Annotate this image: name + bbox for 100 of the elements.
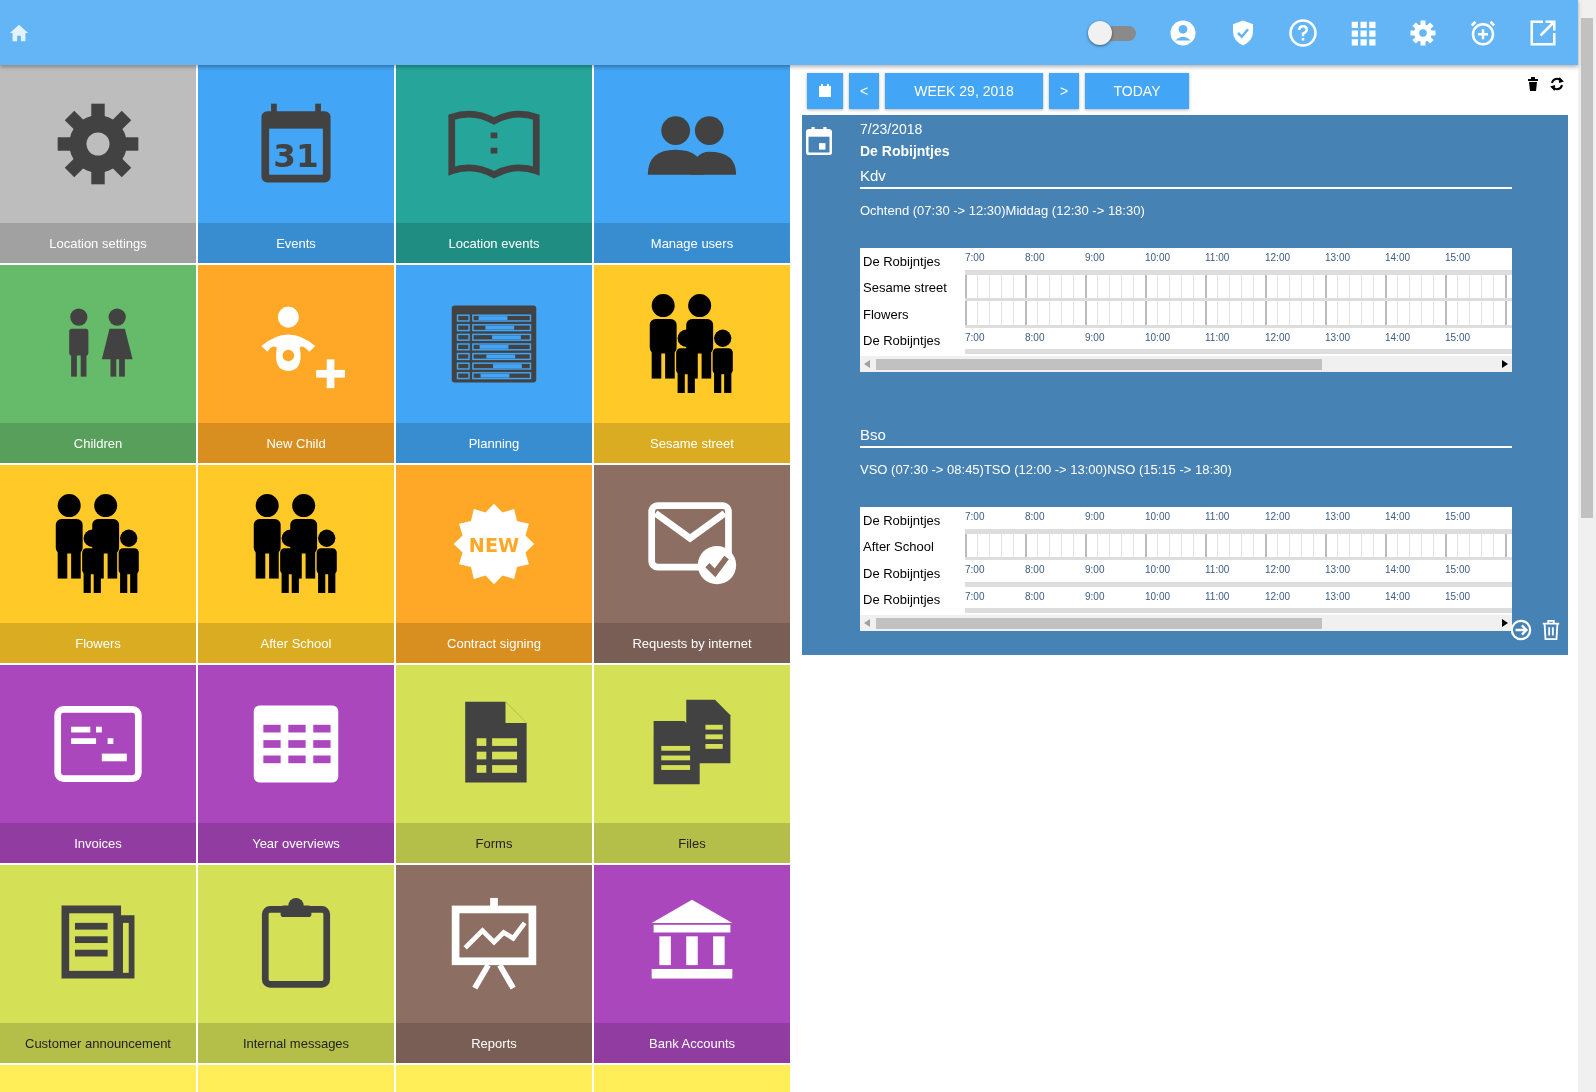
date-text: 7/23/2018 bbox=[860, 121, 924, 137]
hour-label: 11:00 bbox=[1205, 251, 1231, 265]
hour-label: 8:00 bbox=[1025, 510, 1046, 524]
tile-label: Sesame street bbox=[594, 423, 790, 463]
hour-label: 13:00 bbox=[1325, 589, 1352, 604]
help-icon[interactable] bbox=[1289, 18, 1317, 47]
row-label: De Robijntjes bbox=[862, 564, 942, 583]
hour-label: 10:00 bbox=[1145, 589, 1172, 604]
app-tile[interactable]: Manage users bbox=[594, 65, 790, 263]
tile-label: Year overviews bbox=[198, 823, 394, 863]
hour-label: 11:00 bbox=[1205, 563, 1231, 577]
hour-label: 9:00 bbox=[1085, 330, 1106, 345]
hour-label: 13:00 bbox=[1325, 563, 1352, 577]
form-icon bbox=[465, 701, 527, 783]
app-tile[interactable]: NEW Contract signing bbox=[396, 465, 592, 663]
scroll-left-icon[interactable] bbox=[864, 619, 870, 627]
tile-label: Contract signing bbox=[396, 623, 592, 663]
app-tile[interactable]: Location settings bbox=[0, 65, 196, 263]
scroll-left-icon[interactable] bbox=[864, 360, 870, 368]
hour-label: 14:00 bbox=[1385, 330, 1412, 345]
calendar-icon bbox=[819, 84, 831, 97]
app-tile[interactable]: Reports bbox=[396, 865, 592, 1063]
hour-label: 12:00 bbox=[1265, 510, 1292, 524]
tile-label: Customer announcement bbox=[0, 1023, 196, 1063]
alarm-plus-icon[interactable] bbox=[1470, 20, 1496, 45]
app-tile[interactable]: Children bbox=[0, 265, 196, 463]
shield-check-icon[interactable] bbox=[1233, 20, 1253, 45]
app-tile[interactable]: Sesame street bbox=[594, 265, 790, 463]
app-tile[interactable]: Year overviews bbox=[198, 665, 394, 863]
week-button[interactable]: WEEK 29, 2018 bbox=[885, 73, 1043, 109]
app-tile[interactable]: Requests by internet bbox=[594, 465, 790, 663]
tile-label: Internal messages bbox=[198, 1023, 394, 1063]
hour-label: 12:00 bbox=[1265, 563, 1292, 577]
arrow-circle-icon[interactable] bbox=[1510, 619, 1532, 641]
hour-label: 8:00 bbox=[1025, 563, 1046, 577]
invoice-icon bbox=[54, 706, 142, 782]
hour-label: 8:00 bbox=[1025, 251, 1046, 265]
app-tile[interactable]: Customer announcement bbox=[0, 865, 196, 1063]
app-tile[interactable]: Internal messages bbox=[198, 865, 394, 1063]
trash-icon[interactable] bbox=[1528, 77, 1538, 91]
vertical-scrollbar[interactable] bbox=[1578, 0, 1596, 1092]
hour-label: 10:00 bbox=[1145, 251, 1172, 265]
app-tile[interactable]: Invoices bbox=[0, 665, 196, 863]
row-label: Sesame street bbox=[862, 279, 948, 298]
hour-label: 15:00 bbox=[1445, 330, 1472, 345]
settings-icon[interactable] bbox=[1410, 20, 1436, 45]
tile-label: Manage users bbox=[594, 223, 790, 263]
hour-label: 15:00 bbox=[1445, 563, 1472, 577]
toggle-switch[interactable] bbox=[1088, 20, 1136, 45]
open-external-icon[interactable] bbox=[1530, 20, 1556, 45]
family-icon bbox=[649, 294, 733, 393]
previous-week-button[interactable]: < bbox=[849, 73, 879, 109]
hour-label: 14:00 bbox=[1385, 563, 1412, 577]
next-week-button[interactable]: > bbox=[1049, 73, 1079, 109]
app-tile[interactable]: Planning bbox=[396, 265, 592, 463]
hour-label: 15:00 bbox=[1445, 510, 1472, 524]
account-icon[interactable] bbox=[1170, 20, 1196, 45]
files-icon bbox=[653, 699, 731, 785]
hour-label: 10:00 bbox=[1145, 330, 1172, 345]
tile-label: Bank Accounts bbox=[594, 1023, 790, 1063]
app-tile[interactable]: New Child bbox=[198, 265, 394, 463]
refresh-icon[interactable] bbox=[1550, 77, 1564, 91]
tile-label: Files bbox=[594, 823, 790, 863]
app-tile[interactable]: Location events bbox=[396, 65, 592, 263]
tile-label: Requests by internet bbox=[594, 623, 790, 663]
hour-label: 8:00 bbox=[1025, 330, 1046, 345]
hour-label: 7:00 bbox=[965, 589, 986, 604]
hour-label: 14:00 bbox=[1385, 251, 1412, 265]
section-title: Bso bbox=[860, 426, 1512, 448]
app-tile[interactable]: Files bbox=[594, 665, 790, 863]
tile-label: After School bbox=[198, 623, 394, 663]
hour-label: 14:00 bbox=[1385, 589, 1412, 604]
family-icon bbox=[55, 494, 139, 593]
app-tile[interactable]: Bank Accounts bbox=[594, 865, 790, 1063]
hour-label: 11:00 bbox=[1205, 589, 1231, 604]
horizontal-scrollbar[interactable] bbox=[860, 356, 1512, 372]
mail-check-icon bbox=[648, 502, 737, 585]
tile-label: Children bbox=[0, 423, 196, 463]
app-tile[interactable]: Flowers bbox=[0, 465, 196, 663]
row-label: De Robijntjes bbox=[862, 332, 942, 351]
scroll-right-icon[interactable] bbox=[1502, 360, 1508, 368]
hour-label: 15:00 bbox=[1445, 589, 1472, 604]
section-title: Kdv bbox=[860, 167, 1512, 189]
app-tile[interactable]: After School bbox=[198, 465, 394, 663]
hour-label: 11:00 bbox=[1205, 330, 1231, 345]
hour-label: 11:00 bbox=[1205, 510, 1231, 524]
home-icon[interactable] bbox=[9, 24, 29, 41]
scroll-right-icon[interactable] bbox=[1502, 619, 1508, 627]
app-tile[interactable]: 31 Events bbox=[198, 65, 394, 263]
app-tile[interactable]: Forms bbox=[396, 665, 592, 863]
bank-icon bbox=[651, 899, 733, 979]
tile-label: Invoices bbox=[0, 823, 196, 863]
hour-label: 7:00 bbox=[965, 251, 986, 265]
horizontal-scrollbar[interactable] bbox=[860, 615, 1512, 631]
family-icon bbox=[253, 494, 337, 593]
calendar-button[interactable] bbox=[807, 73, 843, 109]
calendar-grid-icon bbox=[253, 705, 339, 783]
apps-grid-icon[interactable] bbox=[1351, 21, 1376, 45]
today-button[interactable]: TODAY bbox=[1085, 73, 1189, 109]
hour-label: 10:00 bbox=[1145, 563, 1172, 577]
